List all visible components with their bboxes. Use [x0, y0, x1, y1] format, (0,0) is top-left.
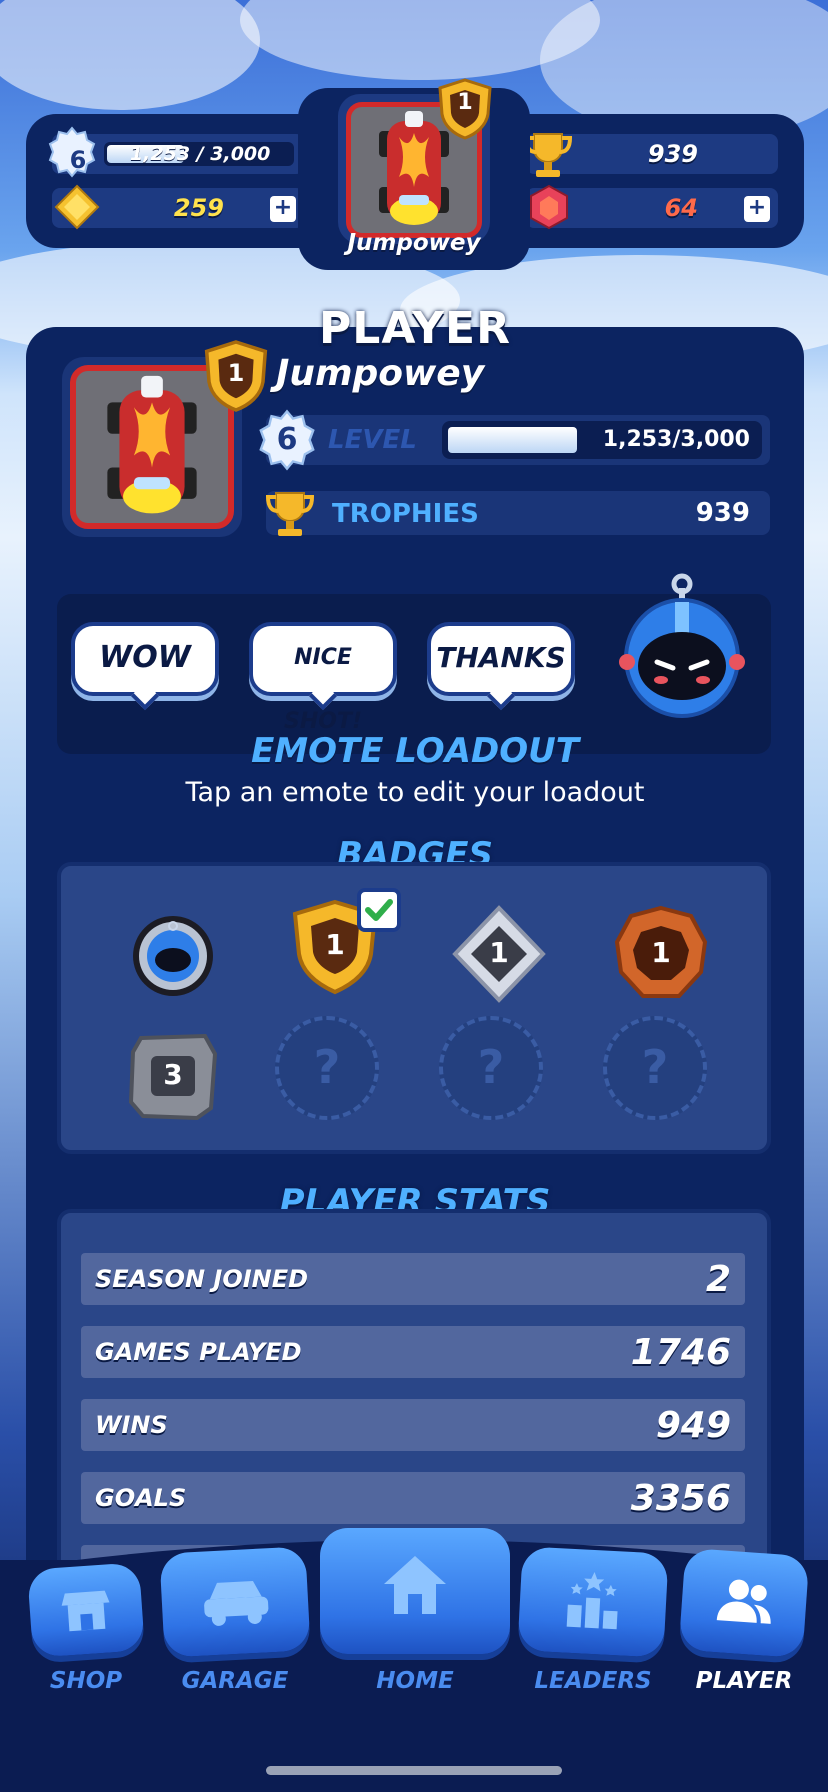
- emote-robot-helmet-icon[interactable]: [617, 570, 747, 720]
- trophy-icon: [265, 492, 315, 536]
- home-icon: [384, 1556, 446, 1614]
- nav-leaders-label: LEADERS: [534, 1668, 652, 1694]
- locked-badge-slot[interactable]: ?: [439, 1016, 543, 1120]
- badge-selected-check: [357, 888, 401, 932]
- emote-thanks-button[interactable]: THANKS: [427, 622, 575, 696]
- player-name: Jumpowey: [276, 353, 485, 394]
- car-icon: [204, 1581, 269, 1626]
- stone-badge-value: 3: [163, 1058, 183, 1091]
- stat-label: GOALS: [95, 1484, 187, 1512]
- stat-label: GAMES PLAYED: [95, 1338, 302, 1366]
- level-xp-text: 1,253/3,000: [602, 427, 750, 452]
- hud-trophies-value: 939: [647, 140, 698, 168]
- hud-coins-value: 259: [173, 194, 224, 222]
- hud-avatar[interactable]: 1 Jumpowey: [298, 78, 530, 270]
- hud-left-group: 6 1,253 / 3,000 259 +: [48, 126, 304, 242]
- level-label: LEVEL: [328, 425, 417, 455]
- nav-garage-button[interactable]: [159, 1546, 311, 1658]
- stat-row-wins: WINS 949: [81, 1399, 745, 1451]
- player-panel: PLAYER 1 Jumpowey 6 LEVEL 1,253/3,000 TR…: [26, 303, 804, 1629]
- players-icon: [716, 1579, 771, 1624]
- profile-rank-number: 1: [227, 359, 245, 387]
- add-coins-button[interactable]: +: [270, 196, 296, 222]
- hud-gems-row: 64 +: [526, 184, 778, 230]
- hud-player-name: Jumpowey: [347, 230, 481, 256]
- nav-garage-label: GARAGE: [181, 1668, 289, 1694]
- nav-shop-label: SHOP: [49, 1668, 123, 1694]
- level-number: 6: [276, 422, 298, 457]
- gold-badge-value: 1: [325, 928, 345, 961]
- nav-home-label: HOME: [376, 1668, 454, 1694]
- locked-badge-slot[interactable]: ?: [603, 1016, 707, 1120]
- locked-badge-slot[interactable]: ?: [275, 1016, 379, 1120]
- hud-rank-number: 1: [457, 90, 473, 115]
- stat-label: SEASON JOINED: [95, 1265, 309, 1293]
- emote-loadout-title: EMOTE LOADOUT: [251, 731, 579, 771]
- trophies-value: 939: [695, 498, 750, 528]
- hud-xp-text: 1,253 / 3,000: [130, 143, 271, 165]
- nav-player-button[interactable]: [678, 1547, 810, 1659]
- ruby-gem-icon: [530, 184, 568, 230]
- shop-icon: [61, 1590, 110, 1632]
- home-indicator: [266, 1766, 562, 1775]
- trophies-row: TROPHIES 939: [265, 491, 770, 536]
- hud-xp-bar: 1,253 / 3,000: [104, 142, 294, 166]
- emote-loadout: WOW NICE SHOT! THANKS: [57, 573, 771, 754]
- silver-badge-value: 1: [489, 936, 509, 969]
- add-gems-button[interactable]: +: [744, 196, 770, 222]
- stat-value: 3356: [630, 1478, 731, 1519]
- hud-trophy-row: 939: [523, 133, 778, 177]
- level-xp-bar: 1,253/3,000: [442, 421, 762, 459]
- page-title: PLAYER: [319, 303, 511, 354]
- emote-nice-shot-button[interactable]: NICE SHOT!: [249, 622, 397, 734]
- stat-label: WINS: [95, 1411, 168, 1439]
- checkmark-icon: [365, 899, 393, 921]
- badges-grid: 1 1 1 3 ? ? ?: [57, 862, 771, 1154]
- stat-row-games-played: GAMES PLAYED 1746: [81, 1326, 745, 1378]
- nav-shop-button[interactable]: [27, 1562, 145, 1658]
- level-xp-bar-fill: [448, 427, 577, 453]
- nav-player-label: PLAYER: [695, 1668, 793, 1694]
- stat-value: 949: [655, 1405, 731, 1446]
- hud-level-number: 6: [69, 146, 87, 174]
- hud-gems-value: 64: [664, 194, 698, 222]
- hud-coins-row: 259 +: [52, 184, 304, 230]
- emote-loadout-hint: Tap an emote to edit your loadout: [185, 777, 645, 808]
- emote-wow-button[interactable]: WOW: [71, 622, 219, 696]
- leaderboard-icon: [566, 1572, 618, 1630]
- coin-gem-icon: [54, 184, 100, 230]
- hud-level-row: 6 1,253 / 3,000: [48, 126, 304, 178]
- stat-value: 2: [705, 1259, 731, 1300]
- helmet-badge-icon[interactable]: [121, 904, 225, 1008]
- stat-value: 1746: [630, 1332, 731, 1373]
- level-row: 6 LEVEL 1,253/3,000: [259, 409, 770, 471]
- nav-leaders-button[interactable]: [517, 1546, 669, 1658]
- bronze-badge-value: 1: [651, 936, 671, 969]
- stat-row-season-joined: SEASON JOINED 2: [81, 1253, 745, 1305]
- nav-home-button[interactable]: [320, 1528, 510, 1654]
- trophies-label: TROPHIES: [332, 499, 479, 529]
- hud-right-group: 939 64 +: [523, 133, 778, 242]
- stat-row-goals: GOALS 3356: [81, 1472, 745, 1524]
